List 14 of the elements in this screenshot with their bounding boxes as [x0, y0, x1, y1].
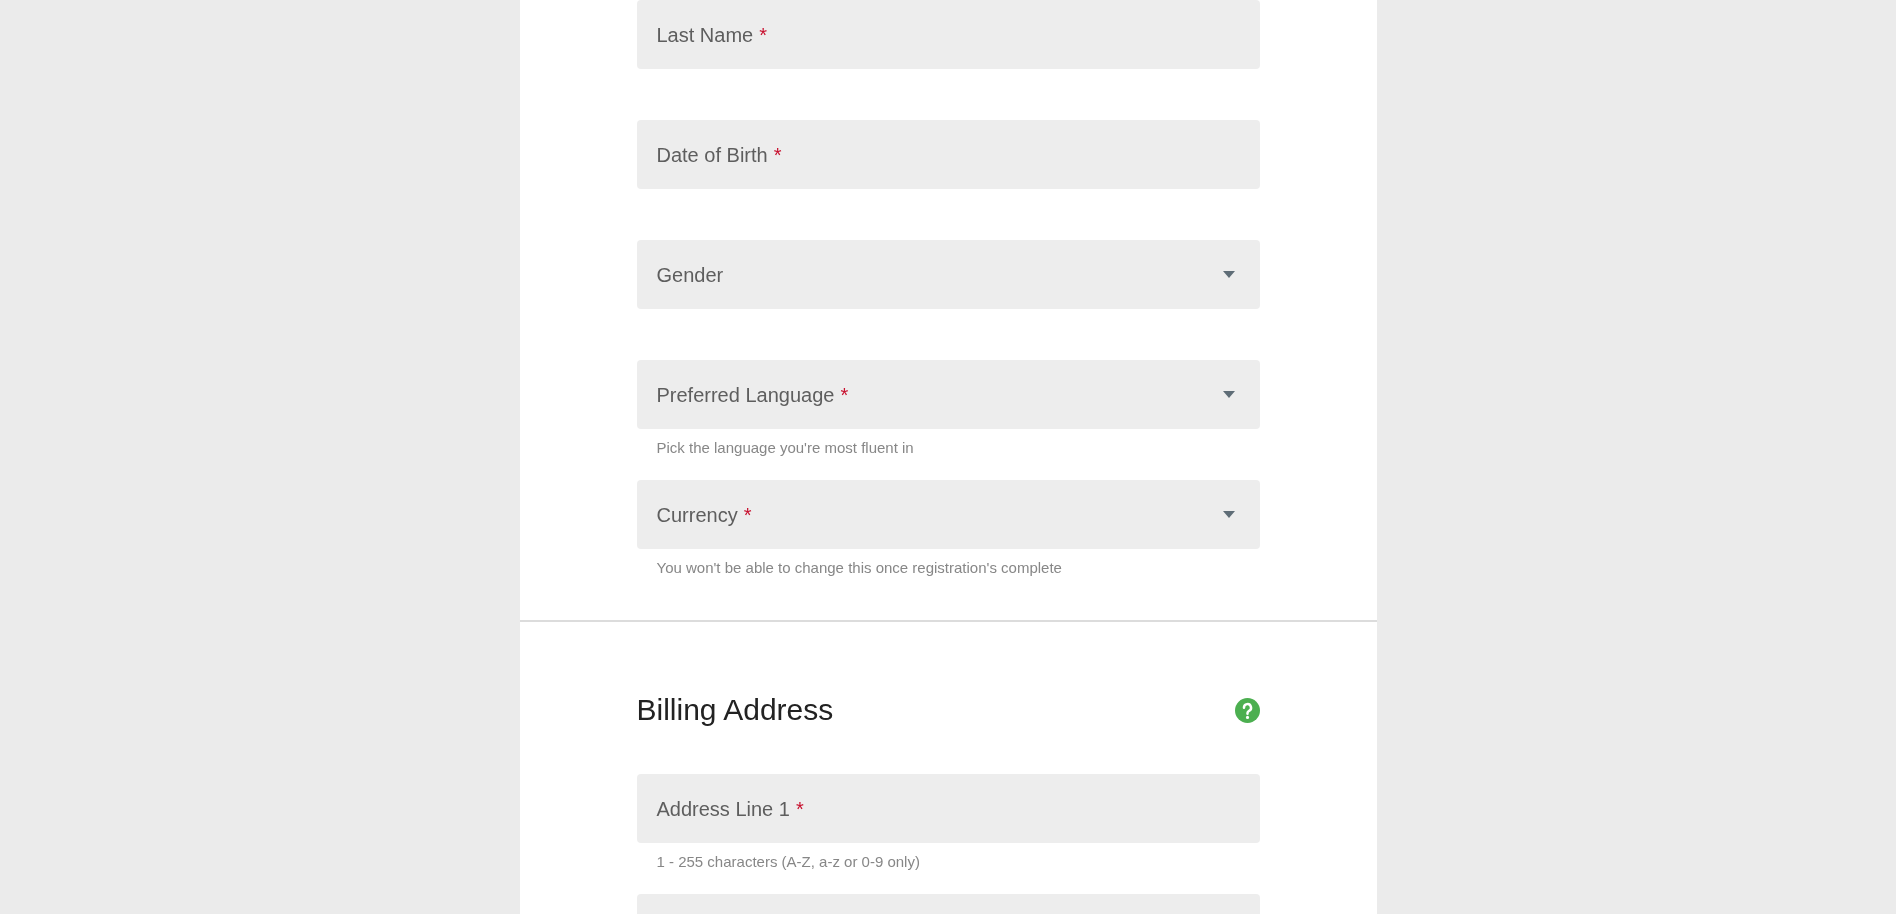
caret-icon: [1222, 391, 1235, 398]
helper-text: Pick the language you're most fluent in: [656, 439, 914, 456]
text-field[interactable]: Date of Birth *: [636, 120, 1260, 189]
text-field[interactable]: Address Line 1 *: [636, 774, 1260, 843]
dropdown-field[interactable]: Currency *: [636, 480, 1260, 549]
help-icon[interactable]: [1234, 697, 1260, 723]
dropdown-field[interactable]: Gender: [636, 240, 1260, 309]
caret-icon: [1222, 511, 1235, 518]
helper-text: 1 - 255 characters (A-Z, a-z or 0-9 only): [656, 853, 920, 870]
helper-text: You won't be able to change this once registration's complete: [656, 559, 1062, 576]
dropdown-field[interactable]: Preferred Language *: [636, 360, 1260, 429]
section-title: Billing Address: [636, 693, 834, 727]
caret-icon: [1222, 271, 1235, 278]
text-field[interactable]: Last Name *: [636, 0, 1260, 69]
